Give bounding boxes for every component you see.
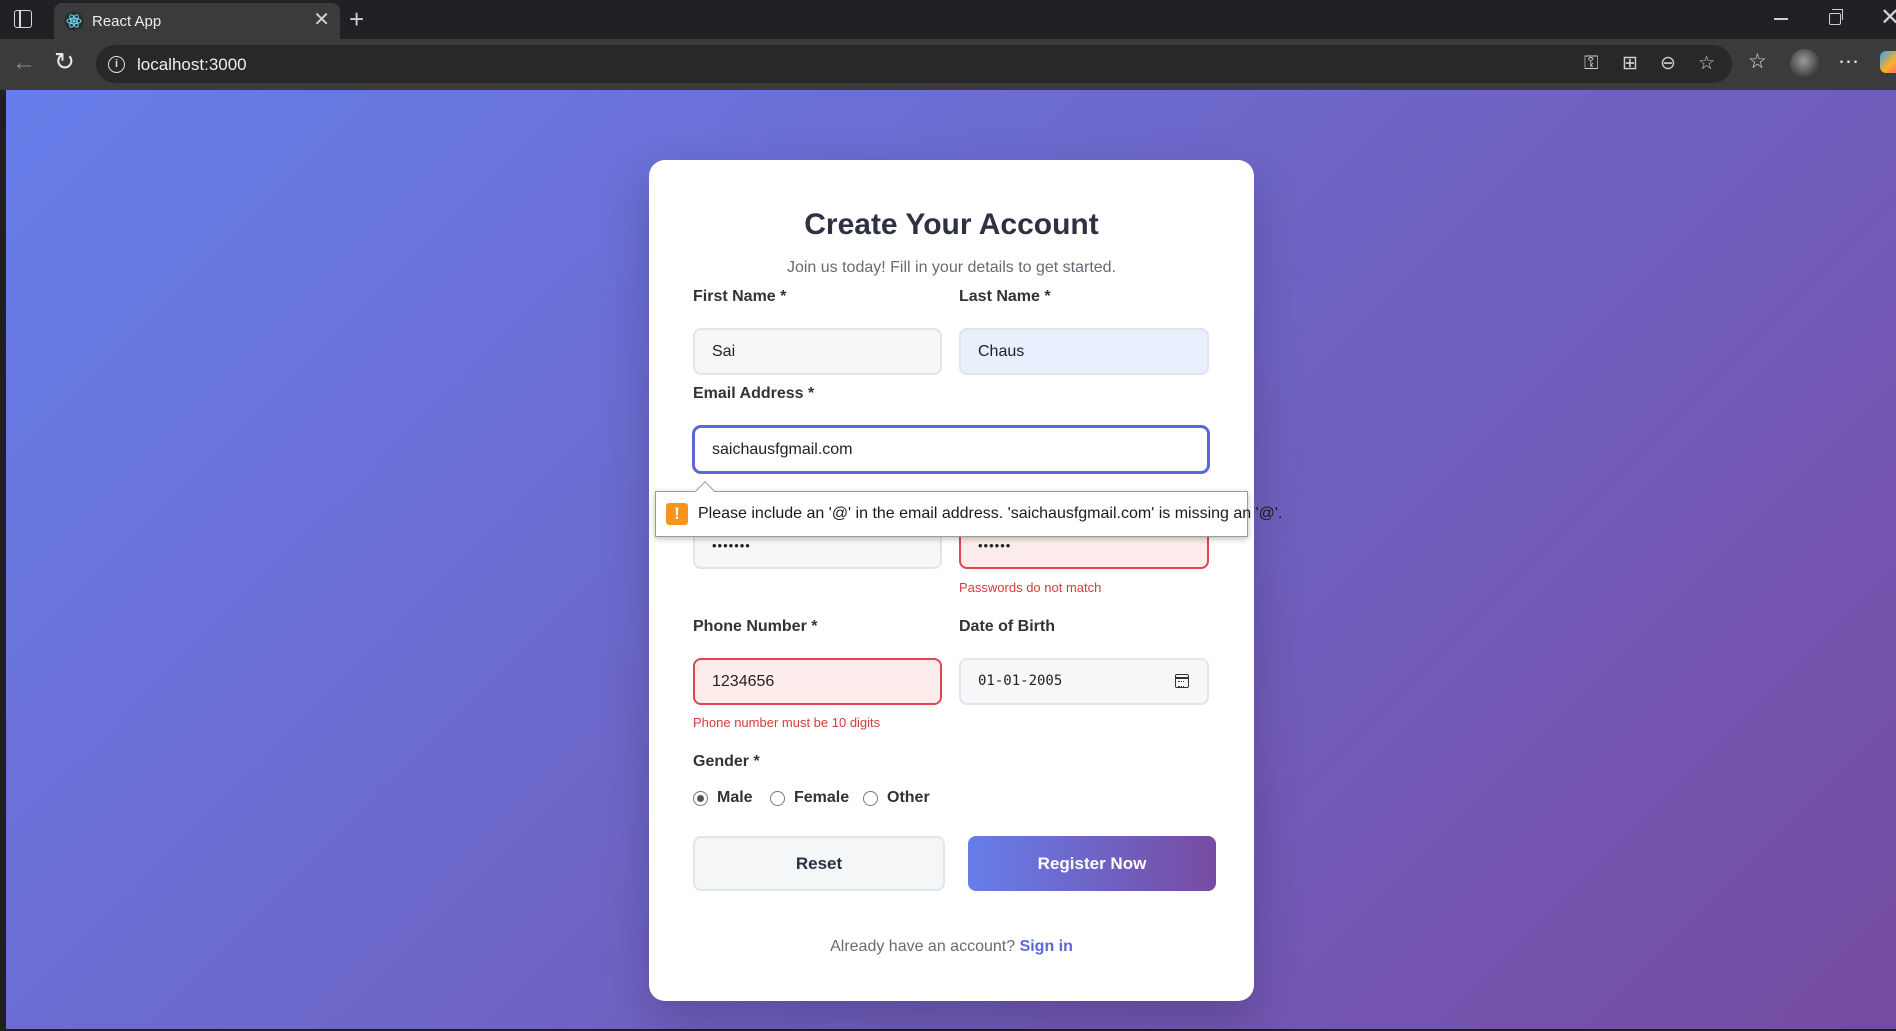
profile-avatar[interactable] [1790,49,1820,79]
email-validation-tooltip: ! Please include an '@' in the email add… [655,481,1282,537]
apps-icon[interactable]: ⊞ [1622,54,1638,74]
site-info-icon[interactable]: i [108,56,125,73]
browser-tab-bar: React App ✕ + ✕ [0,0,1896,39]
url-text[interactable]: localhost:3000 [137,55,247,75]
window-close-icon[interactable]: ✕ [1880,6,1896,30]
page-title: Create Your Account [804,208,1099,241]
password-value: ••••••• [712,538,751,553]
reload-icon[interactable]: ↻ [54,49,75,75]
browser-tab[interactable]: React App ✕ [54,3,340,39]
zoom-out-icon[interactable]: ⊖ [1660,54,1676,74]
dob-label: Date of Birth [959,618,1055,635]
browser-toolbar: ← ↻ i localhost:3000 ⚿ ⊞ ⊖ ☆ ☆ ⋯ [0,39,1896,90]
signin-link[interactable]: Sign in [1020,938,1073,955]
react-logo-icon [64,11,84,31]
gender-radio-other[interactable] [863,791,878,806]
register-button[interactable]: Register Now [968,836,1216,891]
gender-radio-male[interactable] [693,791,708,806]
reset-button[interactable]: Reset [693,836,945,891]
first-name-input[interactable]: Sai [693,328,942,375]
tab-close-icon[interactable]: ✕ [313,10,330,30]
back-icon[interactable]: ← [12,50,36,76]
window-restore-icon[interactable] [1829,9,1843,25]
gender-radio-female[interactable] [770,791,785,806]
page-subtitle: Join us today! Fill in your details to g… [786,259,1117,276]
signin-prompt-text: Already have an account? [830,938,1016,955]
calendar-icon[interactable] [1175,674,1189,688]
copilot-icon[interactable] [1880,51,1896,73]
phone-input[interactable]: 1234656 [693,658,942,705]
gender-label-male[interactable]: Male [717,789,753,807]
confirm-password-error: Passwords do not match [959,580,1102,595]
address-bar[interactable]: i localhost:3000 ⚿ ⊞ ⊖ ☆ [96,45,1732,83]
sidebar-toggle-icon[interactable] [14,10,32,28]
favorites-icon[interactable]: ☆ [1748,50,1767,74]
dob-input[interactable]: 01-01-2005 [959,658,1209,705]
email-label: Email Address * [693,385,815,402]
last-name-input[interactable]: Chaus [959,328,1209,375]
phone-label: Phone Number * [693,618,818,635]
key-icon[interactable]: ⚿ [1584,54,1598,74]
page-viewport: Create Your Account Join us today! Fill … [6,90,1896,1029]
gender-label: Gender * [693,753,760,770]
window-minimize-icon[interactable] [1774,18,1788,20]
first-name-label: First Name * [693,288,787,305]
registration-card: Create Your Account Join us today! Fill … [649,160,1254,1001]
phone-error: Phone number must be 10 digits [693,715,881,730]
more-menu-icon[interactable]: ⋯ [1838,50,1859,74]
confirm-password-value: •••••• [978,538,1012,553]
dob-value: 01-01-2005 [978,673,1063,689]
new-tab-icon[interactable]: + [349,4,364,34]
gender-label-female[interactable]: Female [794,789,849,807]
tab-title: React App [92,13,162,30]
email-input[interactable]: saichausfgmail.com [693,426,1209,473]
gender-label-other[interactable]: Other [887,789,930,807]
warning-icon: ! [666,503,688,525]
signin-prompt: Already have an account? Sign in [649,938,1254,956]
tooltip-message: Please include an '@' in the email addre… [698,505,1283,522]
last-name-label: Last Name * [959,288,1051,305]
favorite-star-icon[interactable]: ☆ [1698,54,1715,74]
